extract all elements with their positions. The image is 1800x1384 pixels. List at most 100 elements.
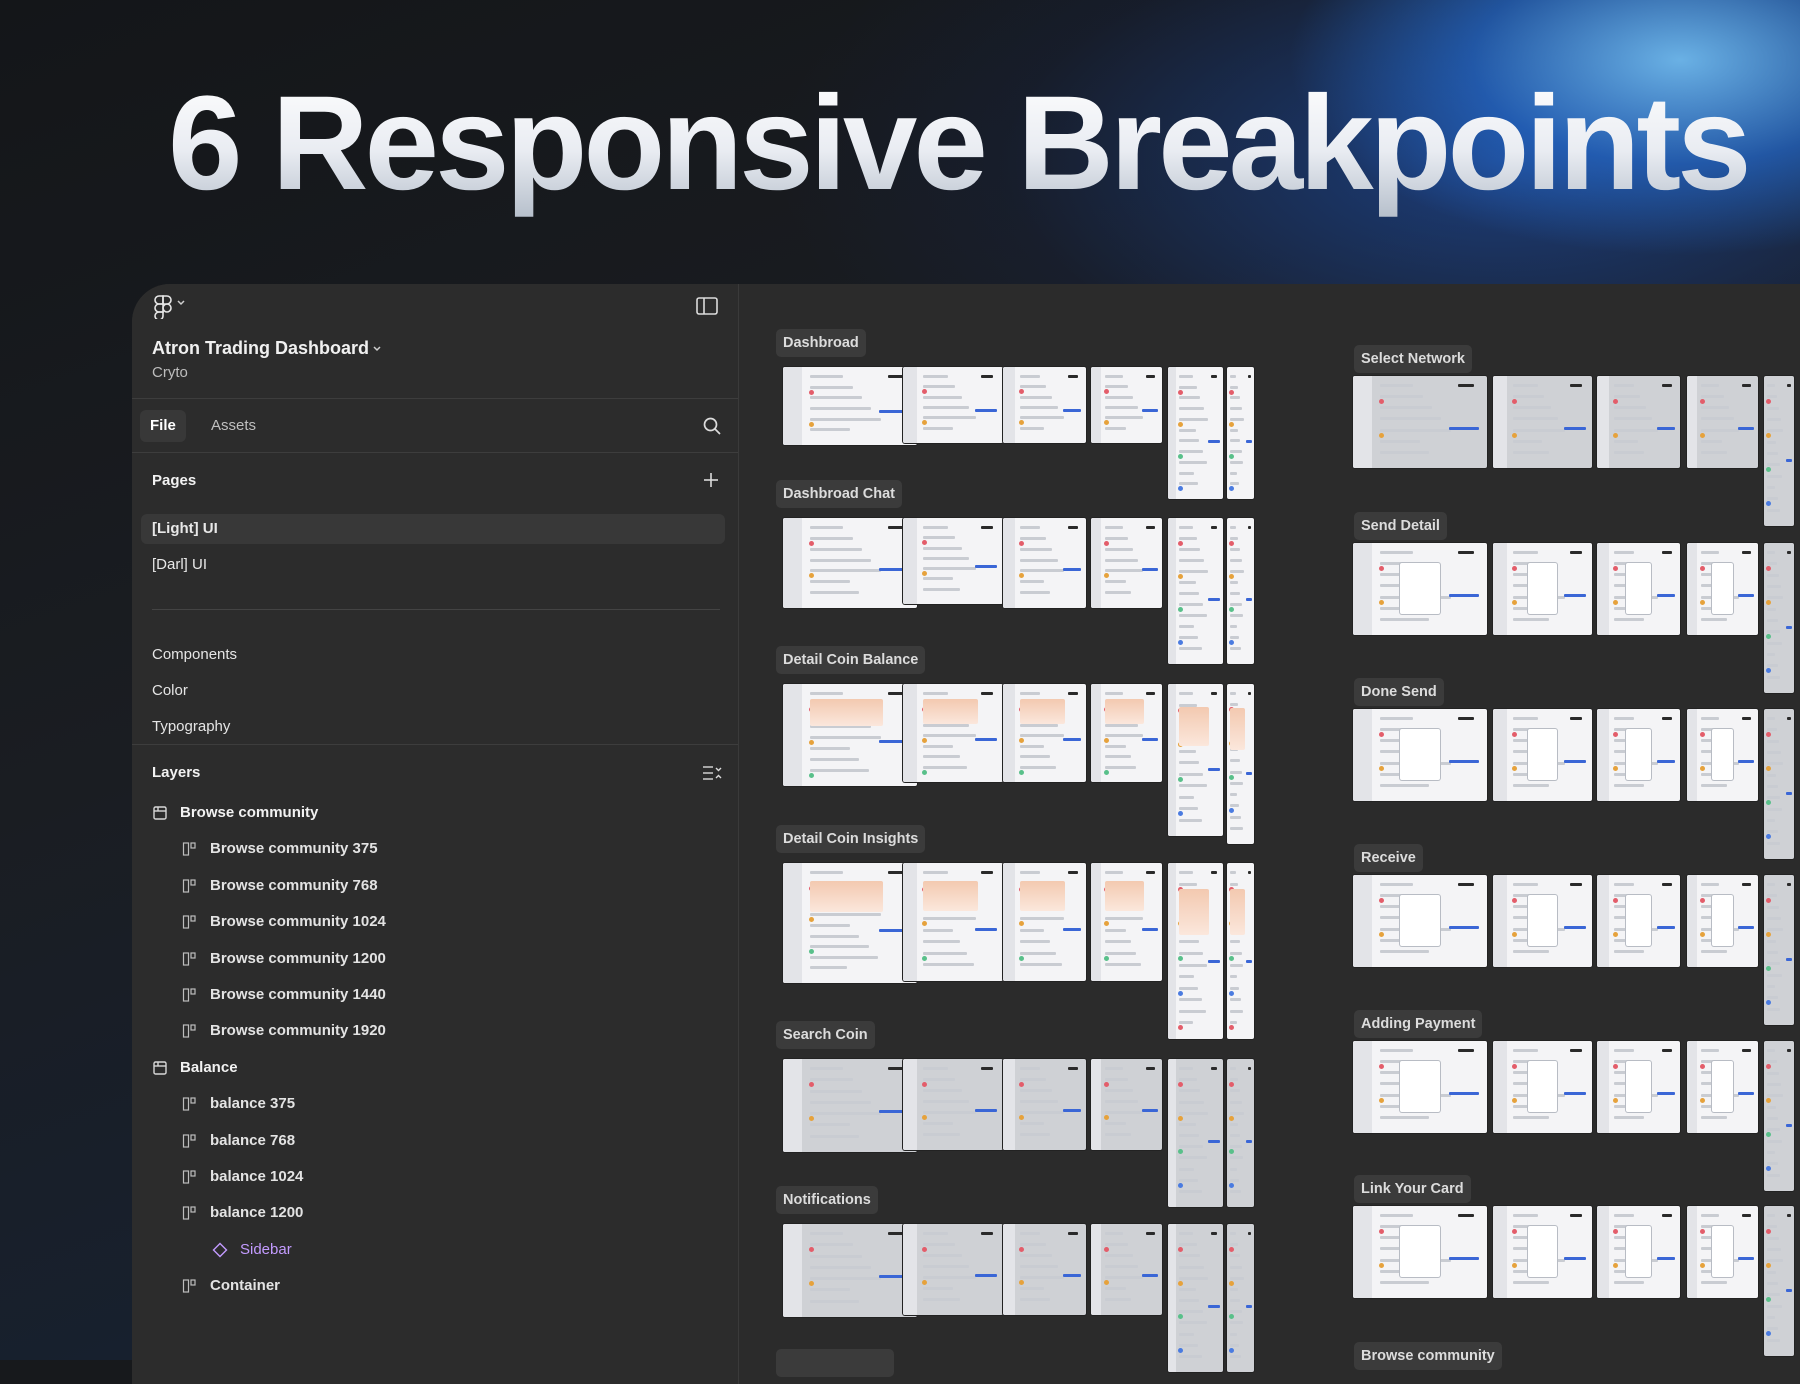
- frame-thumbnail[interactable]: [1687, 709, 1758, 801]
- frame-thumbnail[interactable]: [1687, 875, 1758, 967]
- frame-thumbnail[interactable]: [1168, 1059, 1223, 1207]
- frame-thumbnail[interactable]: [783, 1059, 917, 1152]
- frame-thumbnail[interactable]: [1687, 376, 1758, 468]
- frame-thumbnail[interactable]: [1597, 543, 1680, 635]
- frame-thumbnail[interactable]: [1227, 367, 1254, 499]
- frame-thumbnail[interactable]: [1168, 367, 1223, 499]
- section-label[interactable]: Browse community: [1354, 1342, 1502, 1370]
- frame-thumbnail[interactable]: [1091, 863, 1162, 981]
- section-label[interactable]: Search Coin: [776, 1021, 875, 1049]
- search-icon[interactable]: [702, 416, 722, 436]
- frame-thumbnail[interactable]: [1003, 1224, 1086, 1315]
- frame-thumbnail[interactable]: [1003, 684, 1086, 782]
- frame-thumbnail[interactable]: [1597, 1206, 1680, 1298]
- frame-thumbnail[interactable]: [1597, 1041, 1680, 1133]
- page-item-light-ui[interactable]: [Light] UI: [141, 514, 725, 544]
- frame-thumbnail[interactable]: [1493, 875, 1592, 967]
- chevron-down-icon[interactable]: [176, 298, 186, 308]
- frame-thumbnail[interactable]: [903, 863, 1003, 981]
- frame-thumbnail[interactable]: [1764, 1041, 1794, 1191]
- frame-thumbnail[interactable]: [1597, 376, 1680, 468]
- frame-thumbnail[interactable]: [1168, 863, 1223, 1039]
- collapse-layers-icon[interactable]: [702, 764, 722, 782]
- frame-thumbnail[interactable]: [1003, 1059, 1086, 1150]
- section-label[interactable]: Detail Coin Balance: [776, 646, 926, 674]
- frame-thumbnail[interactable]: [1493, 709, 1592, 801]
- frame-thumbnail[interactable]: [903, 1224, 1003, 1315]
- frame-thumbnail[interactable]: [1597, 709, 1680, 801]
- frame-thumbnail[interactable]: [1091, 367, 1162, 443]
- section-label[interactable]: Dashbroad Chat: [776, 480, 902, 508]
- frame-thumbnail[interactable]: [1168, 684, 1223, 836]
- frame-thumbnail[interactable]: [1091, 684, 1162, 782]
- section-label[interactable]: Detail Coin Insights: [776, 825, 926, 853]
- frame-thumbnail[interactable]: [1493, 543, 1592, 635]
- frame-thumbnail[interactable]: [1227, 518, 1254, 664]
- section-label[interactable]: Receive: [1354, 844, 1423, 872]
- layer-label: Sidebar: [240, 1240, 292, 1258]
- frame-thumbnail[interactable]: [1493, 376, 1592, 468]
- frame-thumbnail[interactable]: [1003, 518, 1086, 608]
- tab-assets[interactable]: Assets: [201, 410, 266, 442]
- figma-logo-icon[interactable]: [154, 295, 172, 319]
- project-title[interactable]: Atron Trading Dashboard: [152, 338, 369, 359]
- page-item-typography[interactable]: Typography: [152, 718, 230, 735]
- frame-thumbnail[interactable]: [1168, 1224, 1223, 1372]
- frame-thumbnail[interactable]: [903, 518, 1003, 604]
- section-label[interactable]: [776, 1349, 894, 1377]
- layer-label: balance 1200: [210, 1204, 304, 1222]
- page-item-dark-ui[interactable]: [Darl] UI: [141, 550, 725, 580]
- section-label[interactable]: Send Detail: [1354, 512, 1447, 540]
- frame-thumbnail[interactable]: [1764, 875, 1794, 1025]
- frame-thumbnail[interactable]: [1227, 1224, 1254, 1372]
- page-item-color[interactable]: Color: [152, 682, 188, 699]
- frame-thumbnail[interactable]: [1764, 376, 1794, 526]
- frame-thumbnail[interactable]: [1687, 1206, 1758, 1298]
- frame-thumbnail[interactable]: [1764, 543, 1794, 693]
- frame-thumbnail[interactable]: [1353, 709, 1487, 801]
- frame-thumbnail[interactable]: [1168, 518, 1223, 664]
- frame-thumbnail[interactable]: [1687, 1041, 1758, 1133]
- frame-thumbnail[interactable]: [1764, 1206, 1794, 1356]
- frame-thumbnail[interactable]: [1353, 1041, 1487, 1133]
- frame-thumbnail[interactable]: [783, 518, 917, 608]
- frame-thumbnail[interactable]: [903, 367, 1003, 443]
- section-label[interactable]: Link Your Card: [1354, 1175, 1471, 1203]
- frame-thumbnail[interactable]: [1353, 1206, 1487, 1298]
- frame-thumbnail[interactable]: [1091, 1059, 1162, 1150]
- project-chevron-down-icon[interactable]: [372, 344, 382, 354]
- frame-thumbnail[interactable]: [783, 863, 917, 983]
- frame-thumbnail[interactable]: [903, 1059, 1003, 1150]
- frame-thumbnail[interactable]: [1353, 875, 1487, 967]
- section-label[interactable]: Select Network: [1354, 345, 1472, 373]
- page-item-components[interactable]: Components: [152, 646, 237, 663]
- frame-thumbnail[interactable]: [1353, 543, 1487, 635]
- section-label[interactable]: Dashbroad: [776, 329, 866, 357]
- add-page-plus-icon[interactable]: [702, 471, 720, 489]
- panel-toggle-icon[interactable]: [696, 297, 718, 315]
- frame-thumbnail[interactable]: [1227, 684, 1254, 844]
- frame-thumbnail[interactable]: [1227, 863, 1254, 1039]
- frame-thumbnail[interactable]: [1764, 709, 1794, 859]
- frame-thumbnail[interactable]: [1227, 1059, 1254, 1207]
- section-icon: [152, 1060, 168, 1076]
- frame-thumbnail[interactable]: [1493, 1041, 1592, 1133]
- frame-thumbnail[interactable]: [1003, 367, 1086, 443]
- design-canvas[interactable]: Dashbroad Dashbroad Chat Detail Coin Balan…: [739, 284, 1800, 1384]
- frame-thumbnail[interactable]: [1687, 543, 1758, 635]
- section-label[interactable]: Notifications: [776, 1186, 878, 1214]
- section-label[interactable]: Done Send: [1354, 678, 1444, 706]
- frame-thumbnail[interactable]: [1091, 518, 1162, 608]
- section-label[interactable]: Adding Payment: [1354, 1010, 1483, 1038]
- frame-thumbnail[interactable]: [1597, 875, 1680, 967]
- divider: [132, 398, 738, 399]
- frame-thumbnail[interactable]: [783, 1224, 917, 1317]
- frame-thumbnail[interactable]: [783, 684, 917, 786]
- tab-file[interactable]: File: [140, 410, 186, 442]
- frame-thumbnail[interactable]: [903, 684, 1003, 782]
- frame-thumbnail[interactable]: [1003, 863, 1086, 981]
- frame-thumbnail[interactable]: [1353, 376, 1487, 468]
- frame-thumbnail[interactable]: [1091, 1224, 1162, 1315]
- frame-thumbnail[interactable]: [783, 367, 917, 445]
- frame-thumbnail[interactable]: [1493, 1206, 1592, 1298]
